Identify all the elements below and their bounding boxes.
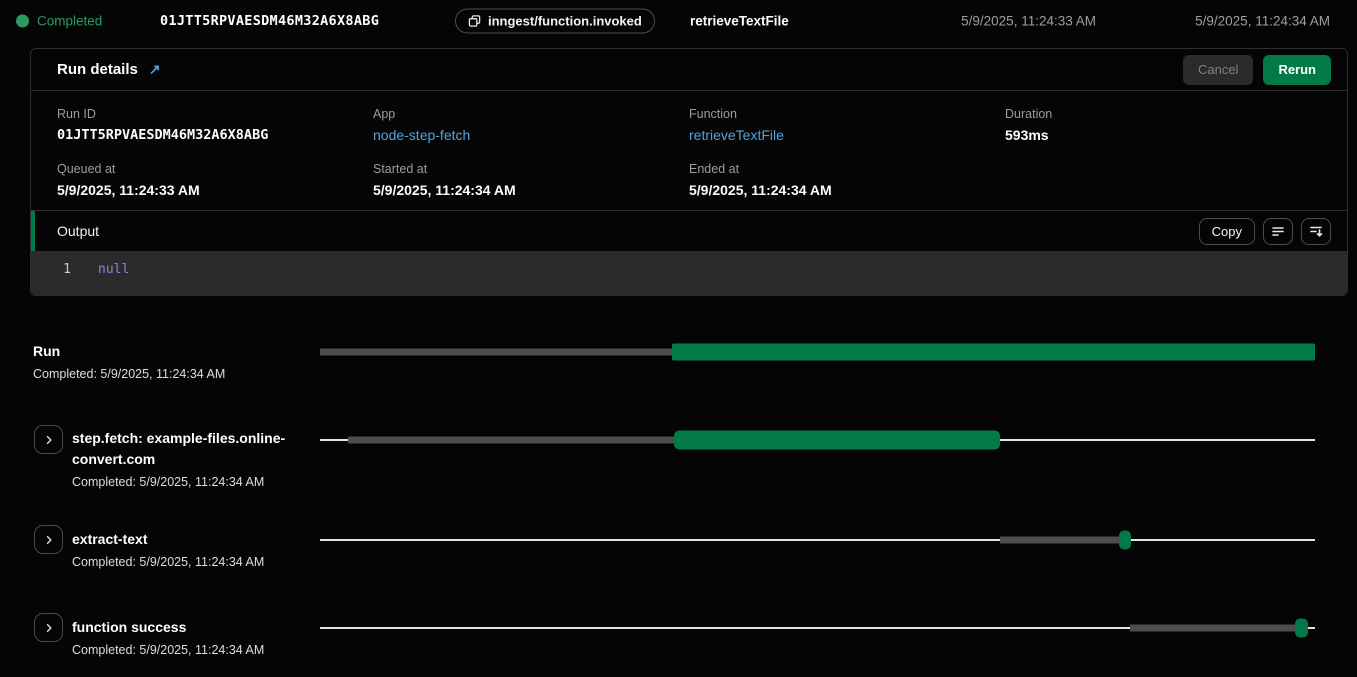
timeline-track-run	[320, 341, 1315, 363]
cancel-button[interactable]: Cancel	[1183, 55, 1253, 85]
panel-title: Run details	[57, 61, 138, 78]
expand-output-button[interactable]	[1301, 218, 1331, 245]
expand-step-button-step-fetch[interactable]	[34, 425, 63, 454]
external-link-icon[interactable]: ↗	[149, 61, 161, 78]
output-section: Output Copy	[31, 210, 1347, 295]
step-completed-time: Completed: 5/9/2025, 11:24:34 AM	[72, 555, 316, 570]
run-status: Completed	[37, 14, 102, 29]
ended-timestamp: 5/9/2025, 11:24:34 AM	[1195, 14, 1330, 29]
field-run-id: Run ID 01JTT5RPVAESDM46M32A6X8ABG	[57, 107, 373, 146]
event-badge[interactable]: inngest/function.invoked	[455, 9, 655, 34]
output-status-stripe	[31, 211, 35, 251]
field-queued-at: Queued at 5/9/2025, 11:24:33 AM	[57, 162, 373, 201]
output-actions: Copy	[1199, 218, 1331, 245]
active-bar[interactable]	[1119, 531, 1131, 550]
step-title: Run	[33, 341, 277, 362]
active-bar[interactable]	[674, 431, 1000, 450]
run-details-header: Run details ↗ Cancel Rerun	[31, 49, 1347, 91]
text-lines-icon	[1270, 223, 1286, 239]
output-code-block[interactable]: 1 null	[31, 251, 1347, 295]
active-bar[interactable]	[672, 344, 1315, 361]
header-actions: Cancel Rerun	[1183, 55, 1331, 85]
timeline-track-extract-text	[320, 529, 1315, 551]
timeline-label-function-success: function success Completed: 5/9/2025, 11:…	[72, 617, 316, 658]
field-app: App node-step-fetch	[373, 107, 689, 146]
code-line-number: 1	[31, 262, 71, 277]
expand-step-button-function-success[interactable]	[34, 613, 63, 642]
queued-bar	[1000, 537, 1120, 544]
app-link[interactable]: node-step-fetch	[373, 127, 689, 143]
step-title: step.fetch: example-files.online-convert…	[72, 428, 316, 470]
expand-step-button-extract-text[interactable]	[34, 525, 63, 554]
output-title: Output	[57, 223, 99, 239]
run-details-panel: Run details ↗ Cancel Rerun Run ID 01JTT5…	[30, 48, 1348, 296]
step-completed-time: Completed: 5/9/2025, 11:24:34 AM	[72, 475, 316, 490]
wrap-text-button[interactable]	[1263, 218, 1293, 245]
step-title: extract-text	[72, 529, 316, 550]
timeline-track-step-fetch	[320, 429, 1315, 451]
event-badge-label: inngest/function.invoked	[488, 14, 642, 29]
output-header: Output Copy	[31, 211, 1347, 251]
queued-bar	[348, 437, 674, 444]
timeline-track-function-success	[320, 617, 1315, 639]
queued-timestamp: 5/9/2025, 11:24:33 AM	[961, 14, 1096, 29]
queued-bar	[1130, 625, 1295, 632]
timeline-label-step-fetch: step.fetch: example-files.online-convert…	[72, 428, 316, 490]
function-link[interactable]: retrieveTextFile	[689, 127, 1005, 143]
timeline-baseline	[320, 539, 1315, 541]
timeline-label-extract-text: extract-text Completed: 5/9/2025, 11:24:3…	[72, 529, 316, 570]
code-null-token: null	[98, 262, 129, 277]
rerun-button[interactable]: Rerun	[1263, 55, 1331, 85]
field-started-at: Started at 5/9/2025, 11:24:34 AM	[373, 162, 689, 201]
copy-squares-icon	[468, 15, 481, 28]
chevron-right-icon	[43, 534, 55, 546]
chevron-right-icon	[43, 622, 55, 634]
lines-arrow-down-icon	[1308, 223, 1324, 239]
status-dot-icon	[16, 15, 29, 28]
copy-button[interactable]: Copy	[1199, 218, 1255, 245]
run-header-bar: Completed 01JTT5RPVAESDM46M32A6X8ABG inn…	[0, 0, 1357, 42]
step-completed-time: Completed: 5/9/2025, 11:24:34 AM	[72, 643, 316, 658]
active-bar[interactable]	[1295, 619, 1308, 638]
step-title: function success	[72, 617, 316, 638]
field-duration: Duration 593ms	[1005, 107, 1321, 146]
queued-bar	[320, 349, 672, 356]
run-details-grid: Run ID 01JTT5RPVAESDM46M32A6X8ABG App no…	[31, 91, 1347, 210]
chevron-right-icon	[43, 434, 55, 446]
function-name-text: retrieveTextFile	[690, 14, 789, 29]
field-ended-at: Ended at 5/9/2025, 11:24:34 AM	[689, 162, 1005, 201]
field-empty	[1005, 162, 1321, 201]
step-completed-time: Completed: 5/9/2025, 11:24:34 AM	[33, 367, 277, 382]
run-id-text: 01JTT5RPVAESDM46M32A6X8ABG	[160, 13, 379, 29]
field-function: Function retrieveTextFile	[689, 107, 1005, 146]
timeline-label-run: Run Completed: 5/9/2025, 11:24:34 AM	[33, 341, 277, 382]
